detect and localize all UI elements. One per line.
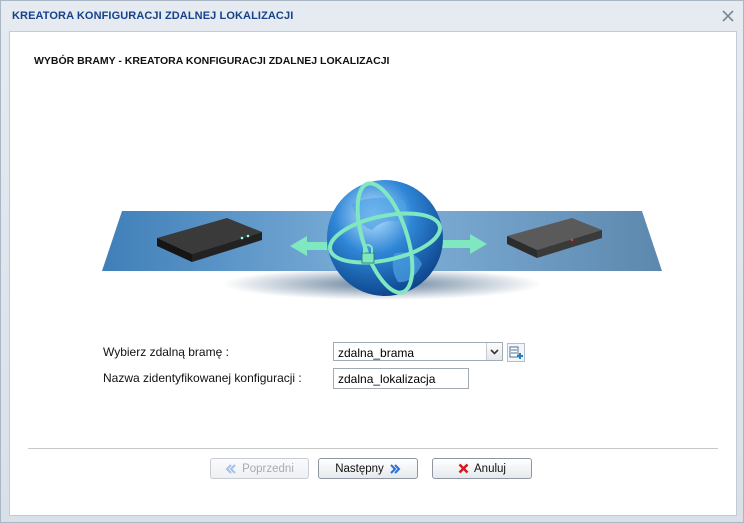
add-gateway-button[interactable] — [507, 343, 525, 362]
previous-button[interactable]: Poprzedni — [210, 458, 309, 479]
dialog-title: KREATORA KONFIGURACJI ZDALNEJ LOKALIZACJ… — [12, 10, 294, 22]
remote-gateway-illustration — [102, 180, 662, 300]
config-name-label: Nazwa zidentyfikowanej konfiguracji : — [103, 371, 302, 385]
dropdown-trigger[interactable] — [486, 343, 502, 360]
double-chevron-left-icon — [225, 463, 236, 474]
dialog-titlebar[interactable]: KREATORA KONFIGURACJI ZDALNEJ LOKALIZACJ… — [1, 1, 743, 31]
close-icon[interactable] — [721, 9, 735, 23]
next-button[interactable]: Następny — [318, 458, 418, 479]
dialog-body: WYBÓR BRAMY - KREATORA KONFIGURACJI ZDAL… — [9, 31, 737, 516]
wizard-dialog: KREATORA KONFIGURACJI ZDALNEJ LOKALIZACJ… — [0, 0, 744, 523]
remote-gateway-select[interactable]: zdalna_brama — [333, 342, 503, 361]
cancel-x-icon — [458, 463, 469, 474]
gateway-label: Wybierz zdalną bramę : — [103, 345, 229, 359]
next-button-label: Następny — [335, 462, 384, 475]
add-gateway-icon — [509, 346, 523, 359]
double-chevron-right-icon — [390, 463, 401, 474]
cancel-button-label: Anuluj — [474, 462, 506, 475]
chevron-down-icon — [490, 349, 499, 355]
remote-gateway-value: zdalna_brama — [338, 346, 415, 360]
footer-divider — [28, 448, 718, 449]
config-name-field[interactable] — [333, 368, 469, 389]
cancel-button[interactable]: Anuluj — [432, 458, 532, 479]
previous-button-label: Poprzedni — [242, 462, 294, 475]
page-title: WYBÓR BRAMY - KREATORA KONFIGURACJI ZDAL… — [34, 55, 390, 67]
